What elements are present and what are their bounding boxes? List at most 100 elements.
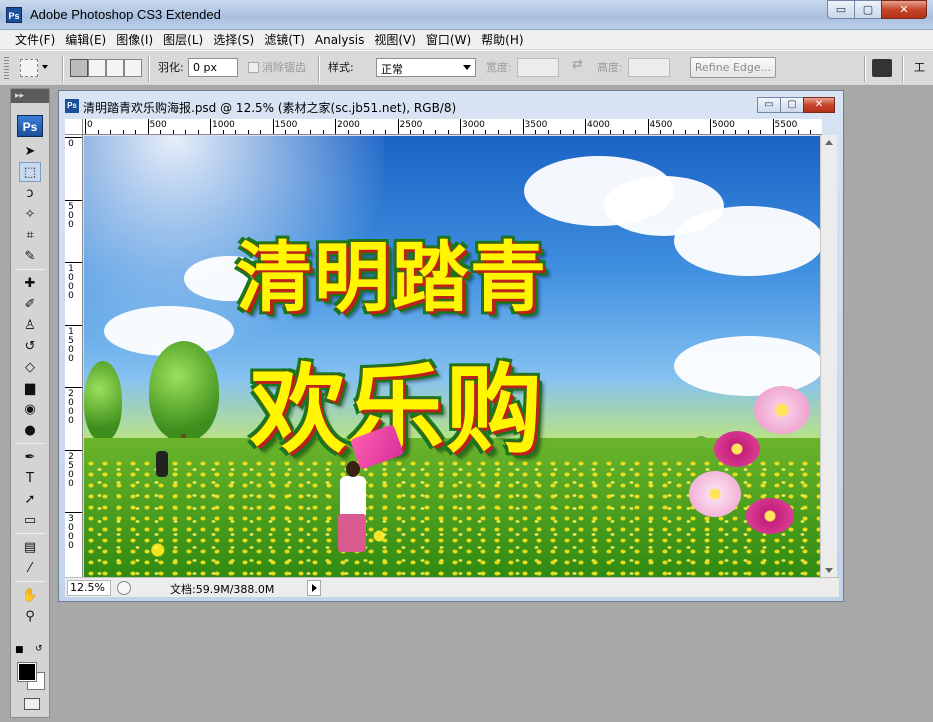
toolbox-logo-icon[interactable]: Ps: [17, 115, 43, 137]
hand-tool[interactable]: ✋: [19, 585, 41, 605]
ruler-v-tick: [65, 199, 82, 201]
ruler-origin[interactable]: [65, 119, 83, 135]
zoom-tool[interactable]: ⚲: [19, 606, 41, 626]
feather-input[interactable]: 0 px: [188, 58, 238, 77]
close-button[interactable]: ✕: [881, 0, 927, 19]
path-select-tool[interactable]: ➚: [19, 489, 41, 509]
marquee-preset-icon[interactable]: [20, 59, 38, 77]
marquee-tool[interactable]: ⬚: [19, 162, 41, 182]
menu-view[interactable]: 视图(V): [369, 31, 421, 48]
stamp-tool[interactable]: ♙: [19, 315, 41, 335]
type-tool[interactable]: T: [19, 468, 41, 488]
ruler-h-minor-tick: [485, 130, 486, 134]
ruler-h-minor-tick: [785, 130, 786, 134]
ruler-h-minor-tick: [535, 130, 536, 134]
marquee-icon: ⬚: [23, 164, 37, 180]
zoom-input[interactable]: 12.5%: [67, 580, 111, 596]
separator: [902, 56, 904, 82]
scroll-up-icon[interactable]: [825, 140, 833, 145]
eyedropper-tool[interactable]: ⁄: [19, 558, 41, 578]
menu-bar: 文件(F) 编辑(E) 图像(I) 图层(L) 选择(S) 滤镜(T) Anal…: [0, 30, 933, 50]
doc-maximize-button[interactable]: ▢: [780, 97, 804, 113]
maximize-button[interactable]: ▢: [854, 0, 882, 19]
doc-minimize-button[interactable]: ▭: [757, 97, 781, 113]
menu-file[interactable]: 文件(F): [10, 31, 60, 48]
ruler-h-minor-tick: [172, 130, 174, 134]
move-tool[interactable]: ➤: [19, 141, 41, 161]
document-logo-icon: Ps: [65, 99, 79, 113]
scroll-down-icon[interactable]: [825, 568, 833, 573]
notes-icon: ▤: [23, 539, 37, 555]
antialias-checkbox[interactable]: [248, 62, 259, 73]
menu-select[interactable]: 选择(S): [208, 31, 259, 48]
brush-tool[interactable]: ✐: [19, 294, 41, 314]
horizontal-ruler[interactable]: 0 500 1000 1500 2000 2500 3000 3500 4000 4500 5000…: [83, 119, 822, 135]
ruler-h-tick: [147, 119, 149, 134]
ruler-h-minor-tick: [360, 130, 361, 134]
vertical-scrollbar[interactable]: [820, 135, 837, 578]
eraser-tool[interactable]: ◇: [19, 357, 41, 377]
width-input[interactable]: [517, 58, 559, 77]
magic-wand-tool[interactable]: ✧: [19, 204, 41, 224]
new-selection-icon[interactable]: [70, 59, 88, 77]
menu-window[interactable]: 窗口(W): [421, 31, 476, 48]
height-input[interactable]: [628, 58, 670, 77]
ruler-h-minor-tick: [697, 130, 699, 134]
ruler-h-label: 500: [149, 120, 167, 130]
doc-close-button[interactable]: ✕: [803, 97, 835, 113]
ruler-h-minor-tick: [247, 130, 249, 134]
intersect-selection-icon[interactable]: [124, 59, 142, 77]
swap-dimensions-icon[interactable]: ⇄: [572, 57, 583, 72]
menu-layer[interactable]: 图层(L): [158, 31, 208, 48]
magic-wand-icon: ✧: [24, 206, 36, 222]
notes-tool[interactable]: ▤: [19, 537, 41, 557]
menu-filter[interactable]: 滤镜(T): [259, 31, 310, 48]
ruler-h-minor-tick: [372, 130, 374, 134]
slice-icon: ✎: [24, 248, 36, 264]
vertical-ruler[interactable]: 0 5 0 0 1 0 0 0 1 5 0 0 2 0 0 0 2 5 0 0 3 0 0 …: [65, 135, 83, 578]
default-colors-icon[interactable]: ■: [15, 645, 24, 655]
lasso-tool[interactable]: ↄ: [19, 183, 41, 203]
healing-tool[interactable]: ✚: [19, 273, 41, 293]
ruler-h-minor-tick: [260, 130, 261, 134]
document-title: 清明踏青欢乐购海报.psd @ 12.5% (素材之家(sc.jb51.net)…: [83, 101, 457, 115]
options-grip-handle[interactable]: [4, 57, 9, 81]
ruler-h-label: 5000: [712, 120, 735, 130]
refine-edge-button[interactable]: Refine Edge...: [690, 57, 776, 78]
toolbox-header[interactable]: ▸▸: [11, 89, 49, 103]
menu-image[interactable]: 图像(I): [111, 31, 158, 48]
add-selection-icon[interactable]: [88, 59, 106, 77]
style-select[interactable]: 正常: [376, 58, 476, 77]
crop-tool[interactable]: ⌗: [19, 225, 41, 245]
pen-tool[interactable]: ✒: [19, 447, 41, 467]
path-select-icon: ➚: [24, 491, 36, 507]
swap-colors-icon[interactable]: ↺: [35, 644, 43, 654]
status-menu-arrow-icon[interactable]: [307, 580, 321, 596]
minimize-button[interactable]: ▭: [827, 0, 855, 19]
image-canvas[interactable]: 清明踏青 欢乐购: [84, 136, 822, 578]
blur-tool[interactable]: ◉: [19, 399, 41, 419]
dodge-tool[interactable]: ●: [19, 420, 41, 440]
ruler-v-label: 2 5 0 0: [68, 451, 74, 489]
type-icon: T: [26, 470, 34, 486]
workspace-button[interactable]: 工: [914, 59, 925, 75]
subtract-selection-icon[interactable]: [106, 59, 124, 77]
preset-dropdown-icon[interactable]: [42, 65, 48, 69]
menu-help[interactable]: 帮助(H): [476, 31, 528, 48]
antialias-label: 消除锯齿: [262, 61, 306, 74]
ruler-h-minor-tick: [622, 130, 624, 134]
menu-analysis[interactable]: Analysis: [310, 33, 369, 47]
ruler-h-minor-tick: [447, 130, 449, 134]
quick-mask-button[interactable]: [24, 698, 40, 710]
slice-tool[interactable]: ✎: [19, 246, 41, 266]
status-info-icon[interactable]: [117, 581, 131, 595]
menu-edit[interactable]: 编辑(E): [60, 31, 111, 48]
lasso-icon: ↄ: [26, 185, 34, 201]
history-brush-tool[interactable]: ↺: [19, 336, 41, 356]
shape-tool[interactable]: ▭: [19, 510, 41, 530]
toolbox: ▸▸ Ps ➤ ⬚ ↄ ✧ ⌗ ✎ ✚ ✐ ♙ ↺ ◇ ▆ ◉ ● ✒ T ➚ ▭ ▤ ⁄ ✋ ⚲ ■ ↺: [10, 88, 50, 718]
ruler-h-tick: [397, 119, 399, 134]
foreground-color-swatch[interactable]: [17, 662, 37, 682]
gradient-tool[interactable]: ▆: [19, 378, 41, 398]
bridge-icon[interactable]: [872, 59, 892, 77]
